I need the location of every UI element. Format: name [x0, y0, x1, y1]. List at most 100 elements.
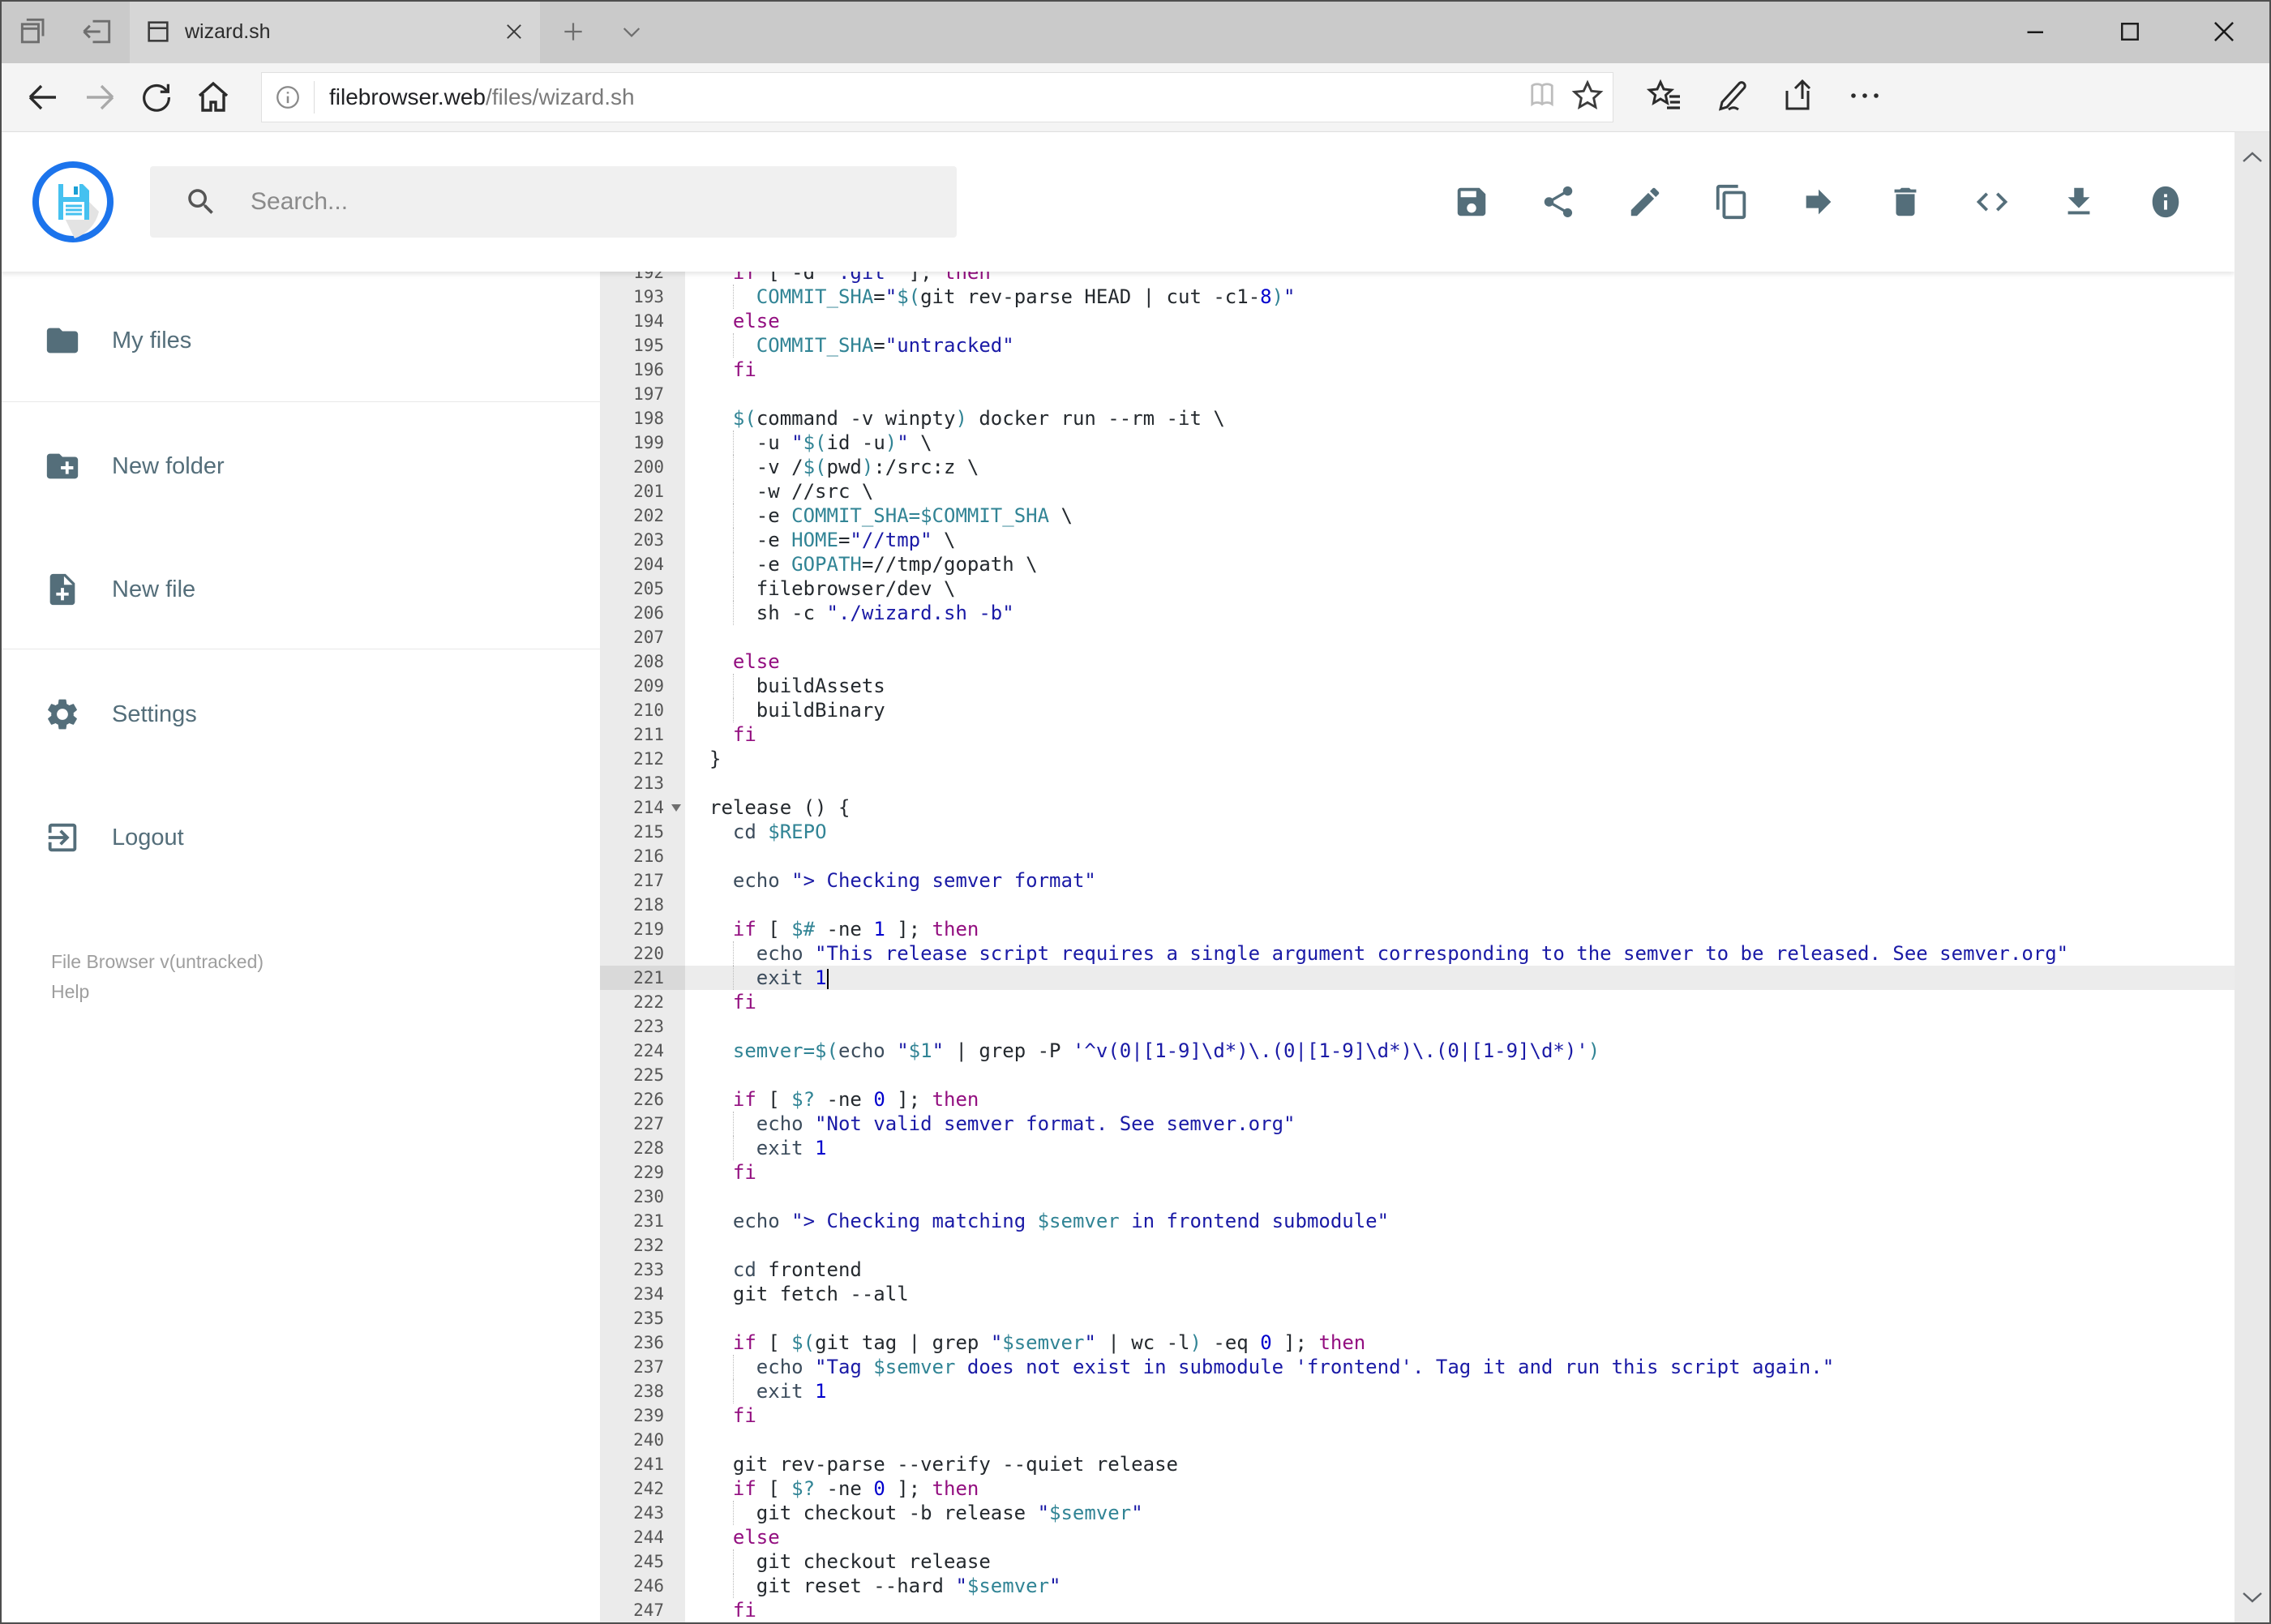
editor-line[interactable]: 237 echo "Tag $semver does not exist in …: [600, 1355, 2235, 1379]
indent-guide: [732, 674, 734, 698]
editor-line[interactable]: 239 fi: [600, 1403, 2235, 1428]
download-button[interactable]: [2059, 182, 2099, 222]
hub-button[interactable]: [1646, 76, 1685, 119]
editor-line[interactable]: 205 filebrowser/dev \: [600, 576, 2235, 601]
minimize-button[interactable]: [1989, 0, 2083, 63]
editor-line[interactable]: 241 git rev-parse --verify --quiet relea…: [600, 1452, 2235, 1476]
refresh-button[interactable]: [128, 69, 185, 126]
share-button[interactable]: [1538, 182, 1579, 222]
editor-line[interactable]: 233 cd frontend: [600, 1258, 2235, 1282]
address-bar[interactable]: filebrowser.web/files/wizard.sh: [261, 72, 1613, 122]
code-editor[interactable]: 192 if [ -d ".git" ]; then 193 COMMIT_SHA…: [600, 272, 2235, 1622]
help-link[interactable]: Help: [51, 977, 264, 1007]
editor-line[interactable]: 212}: [600, 747, 2235, 771]
site-info-button[interactable]: [262, 81, 315, 114]
sidebar-item-settings[interactable]: Settings: [0, 686, 600, 743]
tab-preview-button[interactable]: [15, 12, 54, 51]
editor-line[interactable]: 238 exit 1: [600, 1379, 2235, 1403]
tab-close-icon[interactable]: [503, 20, 525, 43]
info-button[interactable]: [2145, 182, 2186, 222]
move-button[interactable]: [1798, 182, 1839, 222]
forward-button[interactable]: [71, 69, 128, 126]
editor-line[interactable]: 215 cd $REPO: [600, 820, 2235, 844]
sidebar-item-logout[interactable]: Logout: [0, 809, 600, 866]
share-page-button[interactable]: [1779, 76, 1818, 119]
editor-line[interactable]: 211 fi: [600, 722, 2235, 747]
editor-line[interactable]: 245 git checkout release: [600, 1549, 2235, 1574]
editor-line[interactable]: 198 $(command -v winpty) docker run --rm…: [600, 406, 2235, 431]
editor-line[interactable]: 229 fi: [600, 1160, 2235, 1185]
editor-line[interactable]: 234 git fetch --all: [600, 1282, 2235, 1306]
fold-toggle-icon[interactable]: [671, 804, 681, 812]
editor-line[interactable]: 225: [600, 1063, 2235, 1087]
indent-guide: [732, 941, 734, 966]
add-favorite-button[interactable]: [1569, 77, 1606, 118]
editor-line[interactable]: 200 -v /$(pwd):/src:z \: [600, 455, 2235, 479]
editor-line[interactable]: 209 buildAssets: [600, 674, 2235, 698]
save-button[interactable]: [1451, 182, 1492, 222]
editor-line[interactable]: 223: [600, 1014, 2235, 1039]
editor-line[interactable]: 217 echo "> Checking semver format": [600, 868, 2235, 893]
editor-line[interactable]: 197: [600, 382, 2235, 406]
rename-button[interactable]: [1625, 182, 1665, 222]
editor-line[interactable]: 199 -u "$(id -u)" \: [600, 431, 2235, 455]
editor-line[interactable]: 219 if [ $# -ne 1 ]; then: [600, 917, 2235, 941]
settings-menu-button[interactable]: [1845, 76, 1884, 119]
editor-line[interactable]: 226 if [ $? -ne 0 ]; then: [600, 1087, 2235, 1112]
search-input[interactable]: Search...: [150, 166, 957, 238]
editor-line[interactable]: 195 COMMIT_SHA="untracked": [600, 333, 2235, 358]
editor-line[interactable]: 221 exit 1: [600, 966, 2235, 990]
editor-line[interactable]: 203 -e HOME="//tmp" \: [600, 528, 2235, 552]
editor-line[interactable]: 192 if [ -d ".git" ]; then: [600, 272, 2235, 285]
editor-line[interactable]: 235: [600, 1306, 2235, 1330]
page-scrollbar[interactable]: [2235, 132, 2269, 1622]
reading-view-button[interactable]: [1525, 79, 1559, 117]
editor-line[interactable]: 207: [600, 625, 2235, 649]
editor-line[interactable]: 228 exit 1: [600, 1136, 2235, 1160]
maximize-button[interactable]: [2083, 0, 2177, 63]
editor-line[interactable]: 220 echo "This release script requires a…: [600, 941, 2235, 966]
close-button[interactable]: [2177, 0, 2271, 63]
editor-line[interactable]: 232: [600, 1233, 2235, 1258]
sidebar-item-new-folder[interactable]: New folder: [0, 438, 600, 495]
editor-line[interactable]: 210 buildBinary: [600, 698, 2235, 722]
editor-line[interactable]: 236 if [ $(git tag | grep "$semver" | wc…: [600, 1330, 2235, 1355]
editor-line[interactable]: 196 fi: [600, 358, 2235, 382]
editor-line[interactable]: 224 semver=$(echo "$1" | grep -P '^v(0|[…: [600, 1039, 2235, 1063]
editor-line[interactable]: 240: [600, 1428, 2235, 1452]
tab-list-dropdown[interactable]: [606, 0, 657, 63]
editor-line[interactable]: 201 -w //src \: [600, 479, 2235, 503]
home-button[interactable]: [185, 69, 242, 126]
annotate-button[interactable]: [1712, 76, 1751, 119]
copy-button[interactable]: [1712, 182, 1752, 222]
scroll-up-arrow[interactable]: [2235, 139, 2269, 176]
editor-line[interactable]: 206 sh -c "./wizard.sh -b": [600, 601, 2235, 625]
sidebar-item-new-file[interactable]: New file: [0, 561, 600, 618]
editor-line[interactable]: 204 -e GOPATH=//tmp/gopath \: [600, 552, 2235, 576]
editor-line[interactable]: 214 release () {: [600, 795, 2235, 820]
switch-editor-button[interactable]: [1972, 182, 2012, 222]
editor-line[interactable]: 202 -e COMMIT_SHA=$COMMIT_SHA \: [600, 503, 2235, 528]
editor-line[interactable]: 227 echo "Not valid semver format. See s…: [600, 1112, 2235, 1136]
editor-line[interactable]: 213: [600, 771, 2235, 795]
editor-line[interactable]: 230: [600, 1185, 2235, 1209]
new-tab-button[interactable]: [548, 0, 598, 63]
browser-tab[interactable]: wizard.sh: [130, 0, 540, 63]
editor-line[interactable]: 246 git reset --hard "$semver": [600, 1574, 2235, 1598]
editor-line[interactable]: 244 else: [600, 1525, 2235, 1549]
editor-line[interactable]: 243 git checkout -b release "$semver": [600, 1501, 2235, 1525]
editor-line[interactable]: 193 COMMIT_SHA="$(git rev-parse HEAD | c…: [600, 285, 2235, 309]
editor-line[interactable]: 242 if [ $? -ne 0 ]; then: [600, 1476, 2235, 1501]
editor-line[interactable]: 247 fi: [600, 1598, 2235, 1622]
set-tabs-aside-button[interactable]: [78, 12, 117, 51]
editor-line[interactable]: 231 echo "> Checking matching $semver in…: [600, 1209, 2235, 1233]
editor-line[interactable]: 194 else: [600, 309, 2235, 333]
editor-line[interactable]: 208 else: [600, 649, 2235, 674]
delete-button[interactable]: [1885, 182, 1926, 222]
editor-line[interactable]: 222 fi: [600, 990, 2235, 1014]
sidebar-item-my-files[interactable]: My files: [0, 312, 600, 369]
back-button[interactable]: [15, 69, 71, 126]
scroll-down-arrow[interactable]: [2235, 1579, 2269, 1616]
editor-line[interactable]: 218: [600, 893, 2235, 917]
editor-line[interactable]: 216: [600, 844, 2235, 868]
